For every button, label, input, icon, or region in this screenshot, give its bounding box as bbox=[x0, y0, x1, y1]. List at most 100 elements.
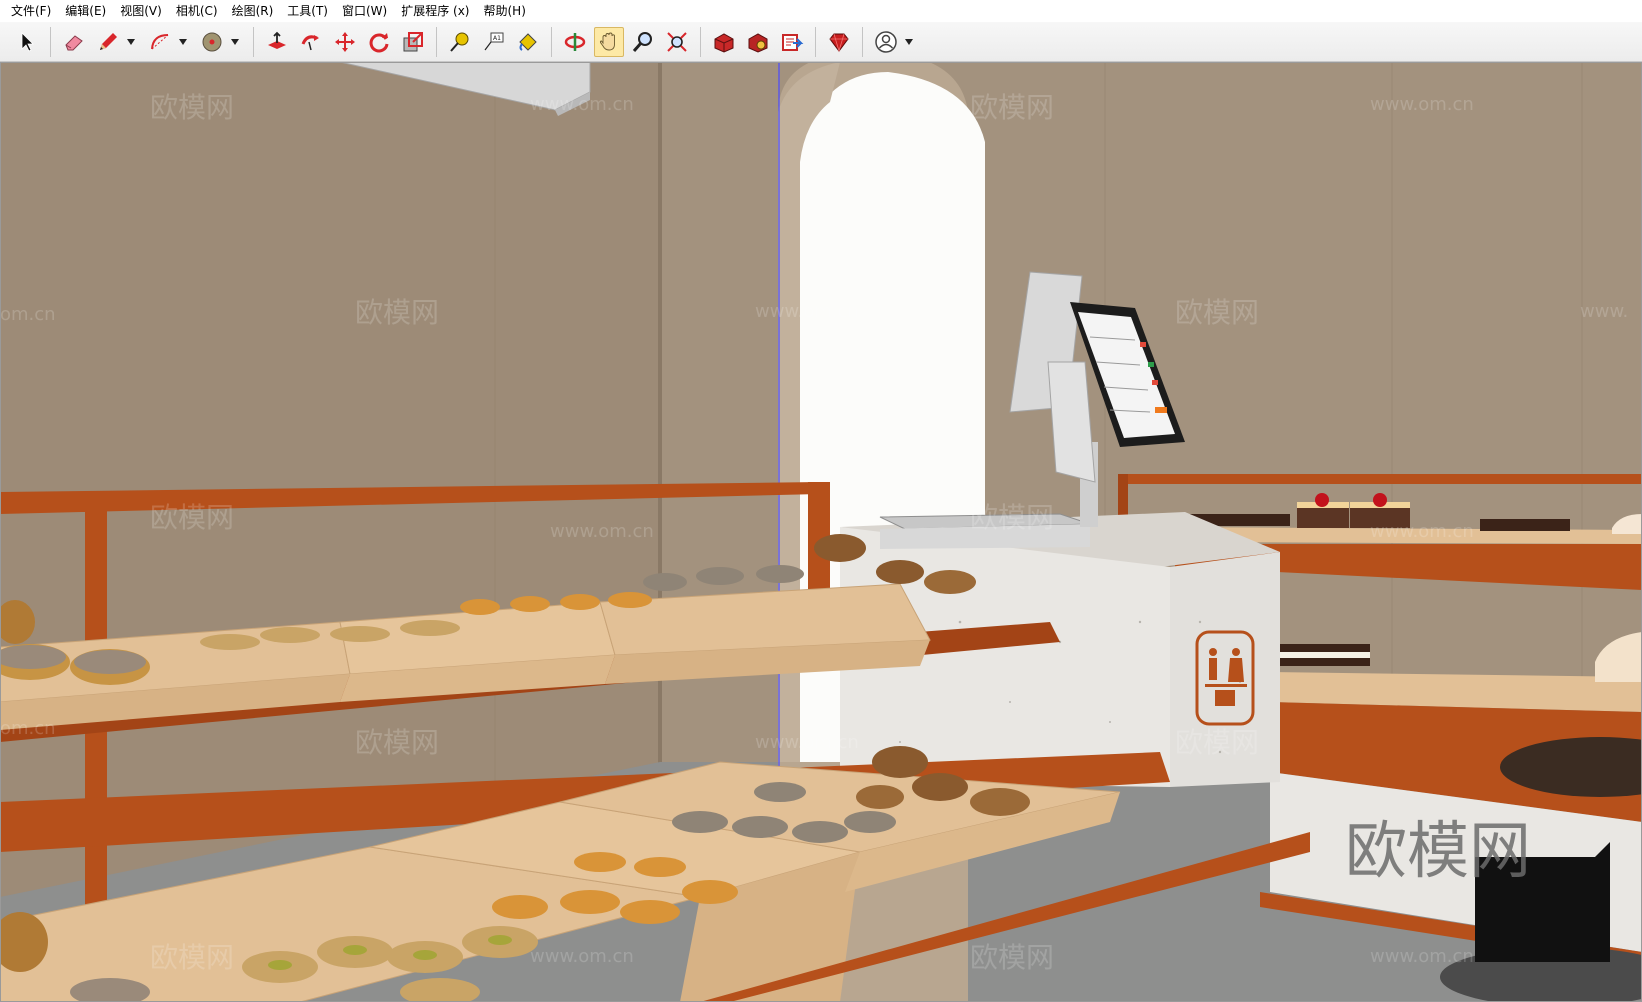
pan-tool[interactable] bbox=[594, 26, 624, 57]
watermark-brand: 欧模网 bbox=[970, 941, 1054, 974]
toolbar-separator bbox=[551, 26, 552, 57]
account-button[interactable] bbox=[871, 27, 901, 57]
watermark-url: www.om.cn bbox=[1370, 94, 1474, 115]
rotate-tool[interactable] bbox=[364, 27, 394, 57]
layout-button[interactable] bbox=[777, 27, 807, 57]
zoom-tool[interactable] bbox=[628, 27, 658, 57]
menu-view[interactable]: 视图(V) bbox=[113, 0, 169, 22]
strawberry bbox=[1315, 493, 1329, 507]
menu-extensions[interactable]: 扩展程序 (x) bbox=[394, 0, 476, 22]
chevron-down-icon bbox=[905, 38, 913, 45]
warehouse-icon bbox=[714, 32, 734, 53]
watermark-fragment-right: www. bbox=[1580, 301, 1628, 322]
right-shelf-top-rail bbox=[1125, 474, 1642, 484]
move-tool[interactable] bbox=[330, 27, 360, 57]
chevron-down-icon bbox=[231, 38, 239, 45]
follow-me-tool[interactable] bbox=[296, 27, 326, 57]
hand-pan-icon bbox=[599, 32, 615, 50]
select-tool[interactable] bbox=[12, 27, 42, 57]
3d-warehouse-button[interactable] bbox=[709, 27, 739, 57]
menu-window[interactable]: 窗口(W) bbox=[335, 0, 394, 22]
toolbar-separator bbox=[862, 26, 863, 57]
paint-bucket-tool[interactable] bbox=[513, 27, 543, 57]
toolbar-separator bbox=[815, 26, 816, 57]
eraser-tool[interactable] bbox=[59, 27, 89, 57]
scale-tool[interactable] bbox=[398, 27, 428, 57]
send-to-layout-icon bbox=[782, 33, 804, 51]
watermark-fragment: om.cn bbox=[0, 304, 56, 325]
watermark-url: www.om.cn bbox=[530, 94, 634, 115]
user-account-icon bbox=[875, 30, 897, 53]
main-toolbar: A1 bbox=[0, 22, 1642, 62]
watermark-url: www.om.cn bbox=[1370, 946, 1474, 967]
scale-icon bbox=[403, 31, 423, 51]
circle-shape-icon bbox=[202, 32, 222, 51]
menu-draw[interactable]: 绘图(R) bbox=[225, 0, 281, 22]
push-pull-icon bbox=[268, 31, 286, 49]
watermark-brand: 欧模网 bbox=[150, 91, 234, 124]
watermark-url: www.om.cn bbox=[530, 946, 634, 967]
large-watermark: 欧模网 bbox=[1345, 814, 1531, 887]
watermark-url: www.om.cn bbox=[755, 301, 859, 322]
menu-edit[interactable]: 编辑(E) bbox=[58, 0, 113, 22]
menu-bar: 文件(F) 编辑(E) 视图(V) 相机(C) 绘图(R) 工具(T) 窗口(W… bbox=[0, 0, 1642, 22]
watermark-brand: 欧模网 bbox=[1175, 296, 1259, 329]
pencil-tool[interactable] bbox=[93, 27, 123, 57]
watermark-brand: 欧模网 bbox=[150, 941, 234, 974]
toolbar-separator bbox=[253, 26, 254, 57]
shape-tool[interactable] bbox=[197, 27, 227, 57]
menu-camera[interactable]: 相机(C) bbox=[169, 0, 225, 22]
cake-slice bbox=[1480, 519, 1570, 531]
sketchup-window: 文件(F) 编辑(E) 视图(V) 相机(C) 绘图(R) 工具(T) 窗口(W… bbox=[0, 0, 1642, 1002]
strawberry bbox=[1373, 493, 1387, 507]
push-pull-tool[interactable] bbox=[262, 27, 292, 57]
zoom-extents-tool[interactable] bbox=[662, 27, 692, 57]
watermark-brand: 欧模网 bbox=[1175, 726, 1259, 759]
paint-bucket-icon bbox=[519, 32, 537, 51]
watermark-brand: 欧模网 bbox=[355, 296, 439, 329]
pencil-dropdown[interactable] bbox=[125, 27, 137, 57]
tape-measure-tool[interactable] bbox=[445, 27, 475, 57]
watermark-brand: 欧模网 bbox=[970, 501, 1054, 534]
menu-tools[interactable]: 工具(T) bbox=[280, 0, 335, 22]
zoom-icon bbox=[632, 31, 652, 52]
ruby-gem-icon bbox=[829, 33, 849, 52]
text-tool[interactable]: A1 bbox=[479, 27, 509, 57]
tape-measure-icon bbox=[450, 32, 469, 52]
arrow-cursor-icon bbox=[21, 31, 34, 52]
ruby-console-button[interactable] bbox=[824, 27, 854, 57]
watermark-url: www.om.cn bbox=[550, 521, 654, 542]
eraser-icon bbox=[65, 34, 83, 50]
model-viewport[interactable]: 欧模网 www.om.cn 欧模网 www.om.cn om.cn 欧模网 ww… bbox=[0, 62, 1642, 1002]
follow-me-icon bbox=[301, 34, 319, 50]
move-icon bbox=[335, 31, 355, 52]
toolbar-separator bbox=[436, 26, 437, 57]
extension-warehouse-icon bbox=[748, 32, 768, 53]
shape-dropdown[interactable] bbox=[229, 27, 241, 57]
orbit-tool[interactable] bbox=[560, 27, 590, 57]
watermark-brand: 欧模网 bbox=[150, 501, 234, 534]
toolbar-separator bbox=[700, 26, 701, 57]
rotate-icon bbox=[369, 32, 389, 52]
chevron-down-icon bbox=[127, 38, 135, 45]
watermark-brand: 欧模网 bbox=[970, 91, 1054, 124]
arc-icon bbox=[151, 33, 169, 49]
pencil-icon bbox=[100, 32, 117, 50]
watermark-url: www.om.cn bbox=[755, 732, 859, 753]
account-dropdown[interactable] bbox=[903, 27, 915, 57]
watermark-url: www.om.cn bbox=[1370, 521, 1474, 542]
toolbar-separator bbox=[50, 26, 51, 57]
menu-help[interactable]: 帮助(H) bbox=[476, 0, 532, 22]
menu-file[interactable]: 文件(F) bbox=[4, 0, 58, 22]
bakery-scene: 欧模网 www.om.cn 欧模网 www.om.cn om.cn 欧模网 ww… bbox=[0, 62, 1642, 1002]
zoom-extents-icon bbox=[667, 31, 687, 52]
text-icon: A1 bbox=[484, 32, 504, 50]
cake-slice-cream bbox=[1280, 652, 1370, 658]
extension-warehouse-button[interactable] bbox=[743, 27, 773, 57]
left-shelf-post-cap bbox=[0, 498, 85, 512]
arc-dropdown[interactable] bbox=[177, 27, 189, 57]
arc-tool[interactable] bbox=[145, 27, 175, 57]
watermark-brand: 欧模网 bbox=[355, 726, 439, 759]
chevron-down-icon bbox=[179, 38, 187, 45]
watermark-fragment: om.cn bbox=[0, 718, 56, 739]
